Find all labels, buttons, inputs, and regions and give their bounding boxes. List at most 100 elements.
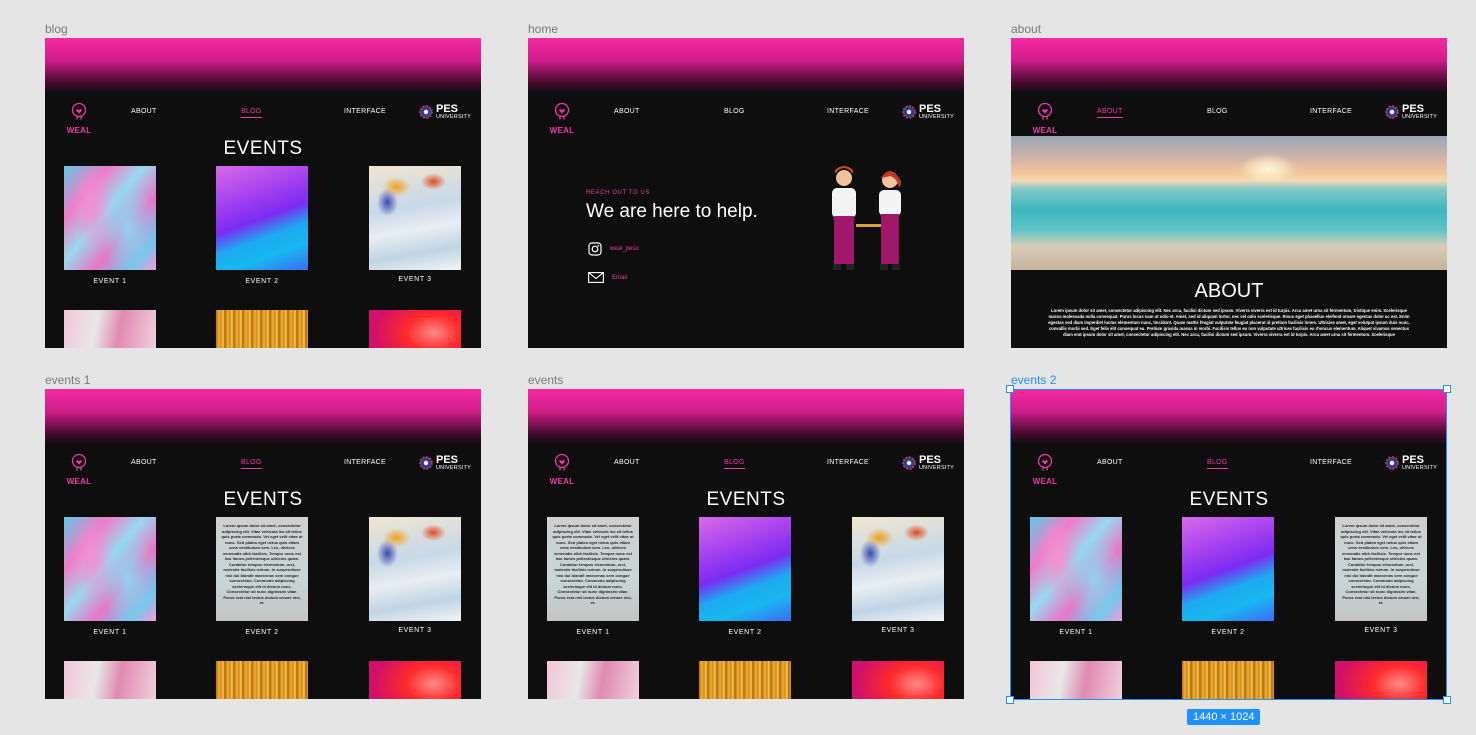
event-label-2: EVENT 2 [245, 629, 279, 636]
pes-university-logo: PES UNIVERSITY [902, 455, 954, 472]
pes-university-logo: PES UNIVERSITY [902, 104, 954, 121]
nav-about[interactable]: ABOUT [1097, 459, 1123, 466]
nav-interface[interactable]: INTERFACE [1310, 108, 1352, 115]
top-navigation: WEAL ABOUT BLOG INTERFACE PES UNIVERSITY [528, 98, 964, 138]
email-link[interactable]: Email [588, 272, 627, 283]
event-card-3[interactable]: Lorem ipsum dolor sit amet, consectetur … [1335, 517, 1427, 621]
nav-about[interactable]: ABOUT [131, 108, 157, 115]
head-heart-icon [1037, 102, 1053, 120]
nav-blog[interactable]: BLOG [724, 108, 745, 115]
event-label-3: EVENT 3 [881, 627, 915, 634]
header-gradient [1011, 389, 1447, 444]
frame-events1[interactable]: WEAL ABOUT BLOG INTERFACE PES UNIVERSITY … [45, 389, 481, 699]
nav-blog[interactable]: BLOG [241, 108, 262, 118]
instagram-link[interactable]: weal_pesu [588, 242, 639, 256]
event-card-4[interactable] [64, 310, 156, 348]
events-title: EVENTS [706, 489, 786, 510]
event-card-5[interactable] [699, 661, 791, 699]
event-card-1[interactable] [64, 517, 156, 621]
frame-blog[interactable]: WEAL ABOUT BLOG INTERFACE PES UNIVERSITY … [45, 38, 481, 348]
event-card-1[interactable]: Lorem ipsum dolor sit amet, consectetur … [547, 517, 639, 621]
events-title: EVENTS [223, 489, 303, 510]
top-navigation: WEAL ABOUT BLOG INTERFACE PES UNIVERSITY [45, 98, 481, 138]
event-card-5[interactable] [216, 661, 308, 699]
event-card-1[interactable] [1030, 517, 1122, 621]
frame-size-badge: 1440 × 1024 [1187, 709, 1261, 725]
resize-handle-top-right[interactable] [1443, 385, 1451, 393]
frame-home[interactable]: WEAL ABOUT BLOG INTERFACE PES UNIVERSITY … [528, 38, 964, 348]
event-card-3[interactable] [369, 517, 461, 621]
nav-blog[interactable]: BLOG [724, 459, 745, 469]
weal-logo[interactable]: WEAL [63, 453, 95, 486]
about-paragraph: Lorem ipsum dolor sit amet, consectetur … [1048, 308, 1410, 337]
nav-interface[interactable]: INTERFACE [827, 459, 869, 466]
event-label-1: EVENT 1 [1059, 629, 1093, 636]
pes-university-logo: PES UNIVERSITY [1385, 104, 1437, 121]
head-heart-icon [71, 453, 87, 471]
event-card-4[interactable] [64, 661, 156, 699]
nav-blog[interactable]: BLOG [1207, 459, 1228, 469]
help-headline: We are here to help. [586, 201, 758, 222]
event-label-2: EVENT 2 [245, 278, 279, 285]
resize-handle-top-left[interactable] [1006, 385, 1014, 393]
reach-out-label: REACH OUT TO US [586, 190, 651, 196]
nav-interface[interactable]: INTERFACE [1310, 459, 1352, 466]
event-card-2[interactable] [216, 166, 308, 270]
event-card-5[interactable] [216, 310, 308, 348]
event-label-2: EVENT 2 [1211, 629, 1245, 636]
event-card-4[interactable] [547, 661, 639, 699]
frame-label-events2[interactable]: events 2 [1011, 373, 1056, 387]
frame-events[interactable]: WEAL ABOUT BLOG INTERFACE PES UNIVERSITY … [528, 389, 964, 699]
frame-label-blog[interactable]: blog [45, 22, 68, 36]
nav-about[interactable]: ABOUT [131, 459, 157, 466]
pes-emblem-icon [902, 456, 916, 470]
event-card-2[interactable] [699, 517, 791, 621]
frame-label-events1[interactable]: events 1 [45, 373, 90, 387]
event-card-5[interactable] [1182, 661, 1274, 699]
resize-handle-bottom-right[interactable] [1443, 696, 1451, 704]
frame-label-events[interactable]: events [528, 373, 563, 387]
event-card-6[interactable] [369, 661, 461, 699]
top-navigation: WEAL ABOUT BLOG INTERFACE PES UNIVERSITY [528, 449, 964, 489]
frame-label-about[interactable]: about [1011, 22, 1041, 36]
head-heart-icon [554, 453, 570, 471]
event-card-6[interactable] [1335, 661, 1427, 699]
top-navigation: WEAL ABOUT BLOG INTERFACE PES UNIVERSITY [45, 449, 481, 489]
event-card-2[interactable] [1182, 517, 1274, 621]
nav-interface[interactable]: INTERFACE [827, 108, 869, 115]
nav-about[interactable]: ABOUT [614, 459, 640, 466]
pes-emblem-icon [1385, 105, 1399, 119]
event-card-3[interactable] [852, 517, 944, 621]
nav-interface[interactable]: INTERFACE [344, 459, 386, 466]
weal-logo[interactable]: WEAL [1029, 453, 1061, 486]
event-card-1[interactable] [64, 166, 156, 270]
frame-label-home[interactable]: home [528, 22, 558, 36]
weal-logo[interactable]: WEAL [63, 102, 95, 135]
event-label-3: EVENT 3 [398, 276, 432, 283]
event-label-1: EVENT 1 [576, 629, 610, 636]
head-heart-icon [1037, 453, 1053, 471]
event-card-6[interactable] [852, 661, 944, 699]
nav-interface[interactable]: INTERFACE [344, 108, 386, 115]
beach-hero-image [1011, 136, 1447, 270]
header-gradient [45, 38, 481, 93]
nav-blog[interactable]: BLOG [241, 459, 262, 469]
weal-logo[interactable]: WEAL [546, 102, 578, 135]
nav-blog[interactable]: BLOG [1207, 108, 1228, 115]
resize-handle-bottom-left[interactable] [1006, 696, 1014, 704]
head-heart-icon [554, 102, 570, 120]
frame-about[interactable]: WEAL ABOUT BLOG INTERFACE PES UNIVERSITY … [1011, 38, 1447, 348]
event-card-4[interactable] [1030, 661, 1122, 699]
event-card-3[interactable] [369, 166, 461, 270]
weal-logo[interactable]: WEAL [1029, 102, 1061, 135]
event-card-6[interactable] [369, 310, 461, 348]
header-gradient [528, 38, 964, 93]
nav-about[interactable]: ABOUT [1097, 108, 1123, 118]
weal-logo[interactable]: WEAL [546, 453, 578, 486]
nav-about[interactable]: ABOUT [614, 108, 640, 115]
event-card-2[interactable]: Lorem ipsum dolor sit amet, consectetur … [216, 517, 308, 621]
helpers-illustration [832, 166, 901, 270]
pes-emblem-icon [419, 456, 433, 470]
frame-events2[interactable]: WEAL ABOUT BLOG INTERFACE PES UNIVERSITY … [1011, 389, 1447, 699]
envelope-icon [588, 272, 604, 283]
